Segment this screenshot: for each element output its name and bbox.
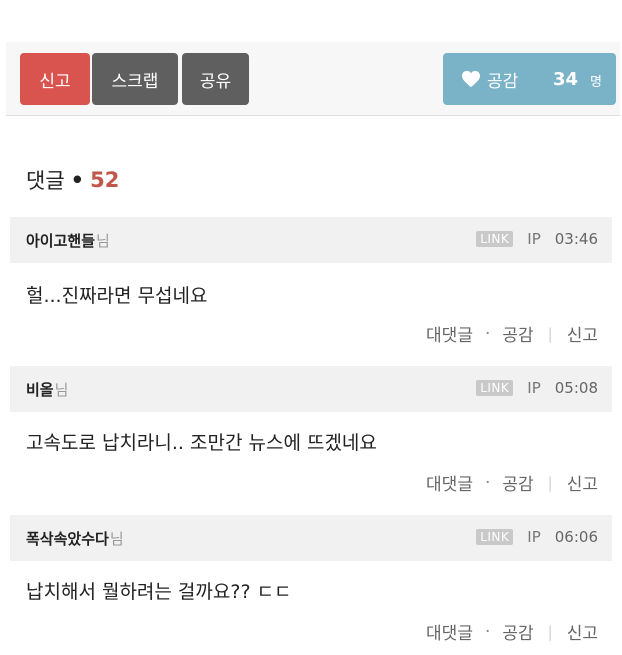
comment-meta: LINK IP 03:46: [476, 230, 598, 248]
comment-author[interactable]: 폭삭속았수다님: [26, 528, 124, 549]
comments-count: 52: [90, 168, 120, 192]
comment-report-button[interactable]: 신고: [567, 619, 598, 644]
comment-report-button[interactable]: 신고: [567, 470, 598, 495]
author-suffix: 님: [54, 381, 69, 399]
ip-label: IP: [527, 230, 541, 248]
comment-meta: LINK IP 05:08: [476, 379, 598, 397]
comment-actions: 대댓글 · 공감 | 신고: [426, 470, 598, 496]
action-separator-dot: ·: [484, 472, 491, 493]
comment-time: 06:06: [554, 528, 598, 546]
comment-author[interactable]: 비올님: [26, 379, 68, 400]
comment-time: 03:46: [554, 230, 598, 248]
comments-header: 댓글 • 52: [26, 166, 119, 194]
author-suffix: 님: [96, 232, 110, 250]
heart-icon: [462, 70, 480, 88]
action-separator-dot: ·: [484, 621, 491, 642]
comment-meta: LINK IP 06:06: [476, 528, 598, 546]
link-badge[interactable]: LINK: [476, 380, 514, 396]
author-name: 아이고핸들: [26, 232, 96, 250]
comment-header: 폭삭속았수다님 LINK IP 06:06: [10, 515, 612, 561]
comments-title: 댓글: [26, 169, 65, 193]
like-count: 34: [552, 68, 578, 90]
comment-text: 고속도로 납치라니.. 조만간 뉴스에 뜨겠네요: [26, 432, 377, 454]
reply-button[interactable]: 대댓글: [426, 470, 473, 495]
like-button[interactable]: 공감 34 명: [443, 53, 616, 105]
comment-text: 납치해서 뭘하려는 걸까요?? ㄷㄷ: [26, 581, 292, 603]
comment-actions: 대댓글 · 공감 | 신고: [426, 619, 598, 645]
ip-label: IP: [527, 528, 541, 546]
comment-text: 헐...진짜라면 무섭네요: [26, 285, 208, 307]
comment-header: 비올님 LINK IP 05:08: [10, 366, 612, 412]
reply-button[interactable]: 대댓글: [426, 321, 473, 346]
comment-report-button[interactable]: 신고: [567, 321, 598, 346]
author-name: 폭삭속았수다: [26, 530, 109, 548]
action-separator-dot: ·: [484, 323, 491, 344]
reply-button[interactable]: 대댓글: [426, 619, 473, 644]
comment-author[interactable]: 아이고핸들님: [26, 230, 110, 251]
author-name: 비올: [26, 381, 54, 399]
comment-like-button[interactable]: 공감: [502, 619, 533, 644]
like-unit: 명: [590, 75, 602, 90]
like-label: 공감: [487, 71, 519, 92]
comment-time: 05:08: [554, 379, 598, 397]
comment-header: 아이고핸들님 LINK IP 03:46: [10, 217, 612, 263]
scrap-button[interactable]: 스크랩: [92, 53, 178, 105]
comment-like-button[interactable]: 공감: [502, 321, 533, 346]
comment-actions: 대댓글 · 공감 | 신고: [426, 321, 598, 347]
share-button[interactable]: 공유: [182, 53, 249, 105]
report-button[interactable]: 신고: [20, 53, 90, 105]
comments-separator: •: [70, 168, 85, 192]
action-separator-bar: |: [547, 324, 553, 343]
post-action-bar: 신고 스크랩 공유 공감 34 명: [6, 42, 620, 116]
author-suffix: 님: [109, 530, 124, 548]
action-separator-bar: |: [547, 473, 553, 492]
comment-like-button[interactable]: 공감: [502, 470, 533, 495]
link-badge[interactable]: LINK: [476, 529, 514, 545]
link-badge[interactable]: LINK: [476, 231, 514, 247]
action-separator-bar: |: [547, 622, 553, 641]
ip-label: IP: [527, 379, 541, 397]
